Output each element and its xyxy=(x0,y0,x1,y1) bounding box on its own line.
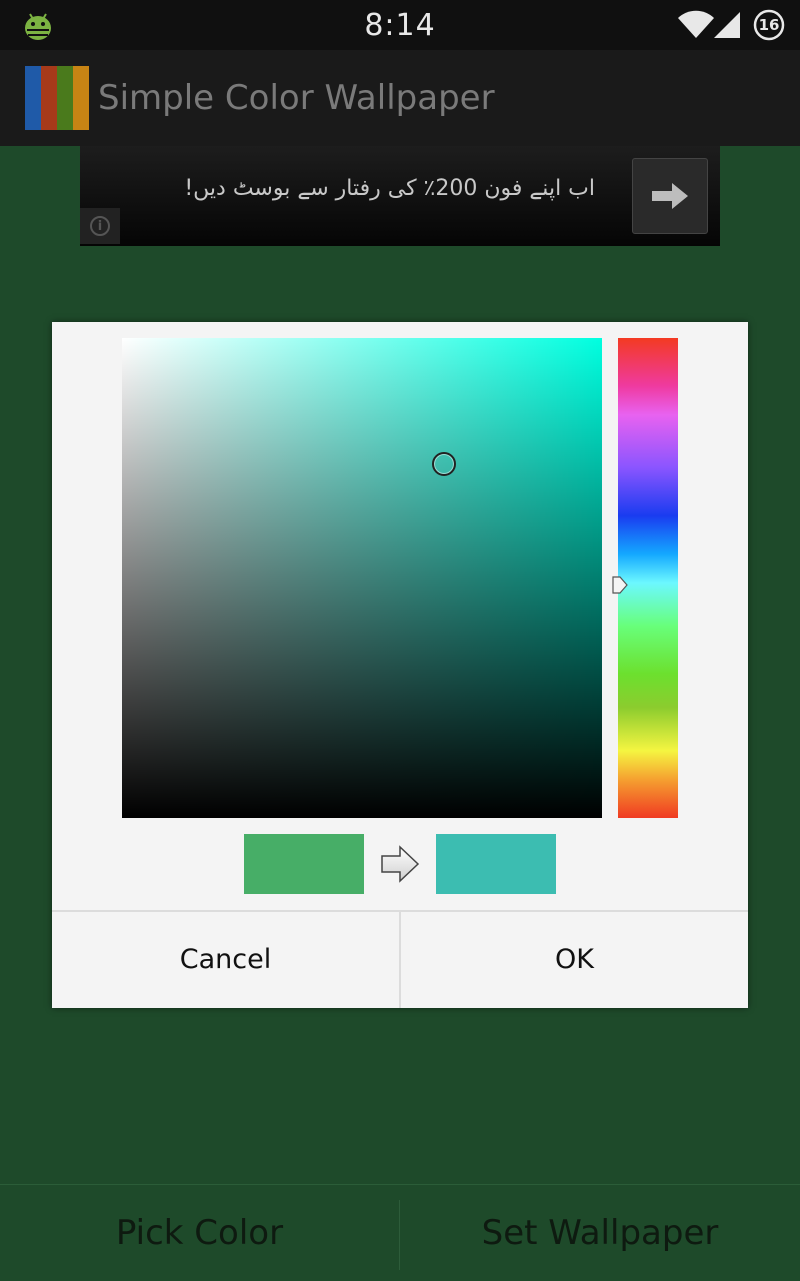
info-icon: i xyxy=(90,216,110,236)
app-logo-stripe xyxy=(73,66,89,130)
pick-color-button[interactable]: Pick Color xyxy=(0,1186,399,1280)
hue-slider-handle[interactable] xyxy=(612,576,628,594)
app-title: Simple Color Wallpaper xyxy=(98,78,495,118)
wifi-icon xyxy=(678,10,714,39)
saturation-value-picker[interactable] xyxy=(122,338,602,818)
ok-button[interactable]: OK xyxy=(401,912,748,1008)
signal-icon xyxy=(714,12,740,38)
app-logo-icon[interactable] xyxy=(25,66,89,130)
arrow-right-icon xyxy=(652,183,688,209)
ad-arrow-button[interactable] xyxy=(632,158,708,234)
set-wallpaper-button[interactable]: Set Wallpaper xyxy=(400,1186,800,1280)
ad-text[interactable]: اب اپنے فون 200٪ کی رفتار سے بوسٹ دیں! xyxy=(125,176,595,201)
old-color-swatch[interactable] xyxy=(244,834,364,894)
saturation-value-cursor[interactable] xyxy=(432,452,456,476)
battery-level: 16 xyxy=(758,16,780,34)
app-logo-stripe xyxy=(41,66,57,130)
ad-banner[interactable]: اب اپنے فون 200٪ کی رفتار سے بوسٹ دیں! i xyxy=(80,146,720,246)
color-picker-dialog: Cancel OK xyxy=(52,322,748,1008)
status-bar: 8:14 16 xyxy=(0,0,800,50)
cancel-button[interactable]: Cancel xyxy=(52,912,399,1008)
app-logo-stripe xyxy=(25,66,41,130)
app-logo-stripe xyxy=(57,66,73,130)
ad-info-button[interactable]: i xyxy=(80,208,120,244)
arrow-right-icon xyxy=(381,845,420,883)
new-color-swatch[interactable] xyxy=(436,834,556,894)
